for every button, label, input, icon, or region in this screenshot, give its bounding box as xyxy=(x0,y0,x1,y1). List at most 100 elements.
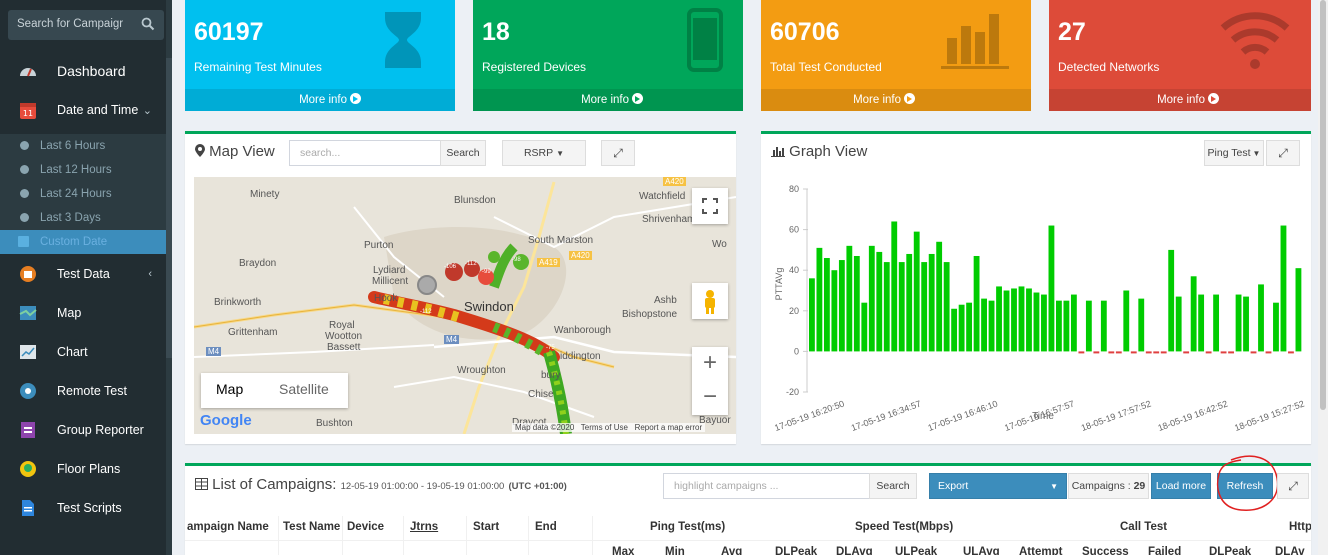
column-header[interactable]: ULPeak xyxy=(895,546,937,555)
chart-bar[interactable] xyxy=(1295,268,1302,352)
chart-bar[interactable] xyxy=(1198,294,1205,352)
chart-bar[interactable] xyxy=(1063,300,1070,352)
zoom-in-button[interactable]: + xyxy=(692,347,728,381)
column-header[interactable]: End xyxy=(535,521,557,533)
column-header[interactable]: Success xyxy=(1082,546,1129,555)
chart-bar[interactable] xyxy=(1205,351,1212,354)
column-header[interactable]: Min xyxy=(665,546,685,555)
map-expand-button[interactable]: ⤢ xyxy=(601,140,635,166)
search-icon[interactable] xyxy=(141,17,155,31)
chart-bar[interactable] xyxy=(1003,290,1010,352)
chart-bar[interactable] xyxy=(883,262,890,352)
chart-bar[interactable] xyxy=(1123,290,1130,352)
column-header[interactable]: Device xyxy=(347,521,384,533)
chart-bar[interactable] xyxy=(868,245,875,352)
column-header[interactable]: Failed xyxy=(1148,546,1181,555)
highlight-campaigns-input[interactable]: highlight campaigns ... xyxy=(663,473,870,499)
chart-bar[interactable] xyxy=(1213,294,1220,352)
chart-bar[interactable] xyxy=(1265,351,1272,354)
chart-bar[interactable] xyxy=(1018,286,1025,352)
sidebar-item-map[interactable]: Map xyxy=(0,294,166,332)
more-info-link[interactable]: More info xyxy=(185,89,455,111)
chart-bar[interactable] xyxy=(1093,351,1100,354)
chart-bar[interactable] xyxy=(1250,351,1257,354)
column-header[interactable]: Call Test xyxy=(1120,521,1167,533)
chart-bar[interactable] xyxy=(1258,284,1264,352)
campaign-search-input[interactable]: Search for Campaigr xyxy=(8,10,164,40)
map-attribution[interactable]: Map data ©2020 Terms of Use Report a map… xyxy=(512,423,706,432)
chart-bar[interactable] xyxy=(1160,351,1167,354)
chart-bar[interactable] xyxy=(988,300,995,352)
chart-bar[interactable] xyxy=(1041,294,1047,352)
chart-bar[interactable] xyxy=(891,221,898,352)
map-type-satellite-button[interactable]: Satellite xyxy=(279,381,329,397)
sidebar-item-remote-test[interactable]: Remote Test xyxy=(0,372,166,410)
column-header[interactable]: DLAvg xyxy=(836,546,873,555)
date-option-last-6-hours[interactable]: Last 6 Hours xyxy=(0,134,166,158)
sidebar-item-group-reporter[interactable]: Group Reporter xyxy=(0,411,166,449)
date-option-last-3-days[interactable]: Last 3 Days xyxy=(0,206,166,230)
sidebar-item-test-data[interactable]: Test Data ‹ xyxy=(0,255,166,293)
map-canvas[interactable]: Minety Blunsdon Watchfield Shrivenham Pu… xyxy=(194,177,736,434)
ping-test-chart[interactable]: -20020406080 17-05-19 16:20:50 17-05-19 1… xyxy=(761,162,1311,442)
chart-bar[interactable] xyxy=(1138,298,1145,352)
chart-bar[interactable] xyxy=(1070,294,1077,352)
chart-bar[interactable] xyxy=(1280,225,1287,352)
chart-bar[interactable] xyxy=(1011,288,1017,352)
zoom-out-button[interactable]: − xyxy=(692,381,728,415)
page-scrollbar-thumb[interactable] xyxy=(1320,0,1326,410)
chart-bar[interactable] xyxy=(936,241,943,352)
chart-bar[interactable] xyxy=(966,302,973,352)
chart-bar[interactable] xyxy=(1183,351,1190,354)
chart-bar[interactable] xyxy=(1235,294,1242,352)
sidebar-item-chart[interactable]: Chart xyxy=(0,333,166,371)
metric-dropdown[interactable]: RSRP ▼ xyxy=(502,140,586,166)
map-search-input[interactable]: search... xyxy=(289,140,441,166)
page-scrollbar[interactable] xyxy=(1318,0,1328,555)
column-header[interactable]: DLPeak xyxy=(1209,546,1251,555)
column-header[interactable]: Speed Test(Mbps) xyxy=(855,521,953,533)
column-header[interactable]: Test Name xyxy=(283,521,340,533)
chart-bar[interactable] xyxy=(853,255,860,352)
chart-bar[interactable] xyxy=(831,270,838,352)
chart-bar[interactable] xyxy=(809,278,815,352)
chart-bar[interactable] xyxy=(943,262,950,352)
chart-bar[interactable] xyxy=(1168,249,1175,352)
date-option-custom-date[interactable]: Custom Date xyxy=(0,230,166,254)
column-header[interactable]: ULAvg xyxy=(963,546,1000,555)
chart-bar[interactable] xyxy=(1273,302,1279,352)
column-header[interactable]: DLPeak xyxy=(775,546,817,555)
chart-bar[interactable] xyxy=(1100,300,1107,352)
chart-bar[interactable] xyxy=(1026,288,1032,352)
column-header[interactable]: Jtrns xyxy=(410,521,438,533)
chart-bar[interactable] xyxy=(846,245,853,352)
column-header[interactable]: Avg xyxy=(721,546,742,555)
chart-bar[interactable] xyxy=(1220,351,1227,354)
date-option-last-12-hours[interactable]: Last 12 Hours xyxy=(0,158,166,182)
chart-bar[interactable] xyxy=(906,253,913,352)
chart-bar[interactable] xyxy=(898,262,905,352)
chart-bar[interactable] xyxy=(1153,351,1160,354)
chart-bar[interactable] xyxy=(973,255,980,352)
sidebar-item-floor-plans[interactable]: Floor Plans xyxy=(0,450,166,488)
chart-bar[interactable] xyxy=(981,298,987,352)
column-header[interactable]: Start xyxy=(473,521,499,533)
load-more-button[interactable]: Load more xyxy=(1151,473,1211,499)
chart-bar[interactable] xyxy=(838,260,845,352)
more-info-link[interactable]: More info xyxy=(473,89,743,111)
chart-bar[interactable] xyxy=(1078,351,1085,354)
chart-bar[interactable] xyxy=(1288,351,1294,354)
column-header[interactable]: Ping Test(ms) xyxy=(650,521,725,533)
sidebar-item-dashboard[interactable]: Dashboard xyxy=(0,52,166,90)
more-info-link[interactable]: More info xyxy=(1049,89,1311,111)
column-header[interactable]: Http xyxy=(1289,521,1311,533)
chart-bar[interactable] xyxy=(1145,351,1152,354)
chart-bar[interactable] xyxy=(1048,225,1055,352)
chart-bar[interactable] xyxy=(951,308,958,352)
chart-bar[interactable] xyxy=(823,258,830,352)
fullscreen-button[interactable] xyxy=(692,188,728,224)
chart-bar[interactable] xyxy=(921,262,928,352)
chart-bar[interactable] xyxy=(1228,351,1234,354)
chart-bar[interactable] xyxy=(1130,351,1137,354)
more-info-link[interactable]: More info xyxy=(761,89,1031,111)
